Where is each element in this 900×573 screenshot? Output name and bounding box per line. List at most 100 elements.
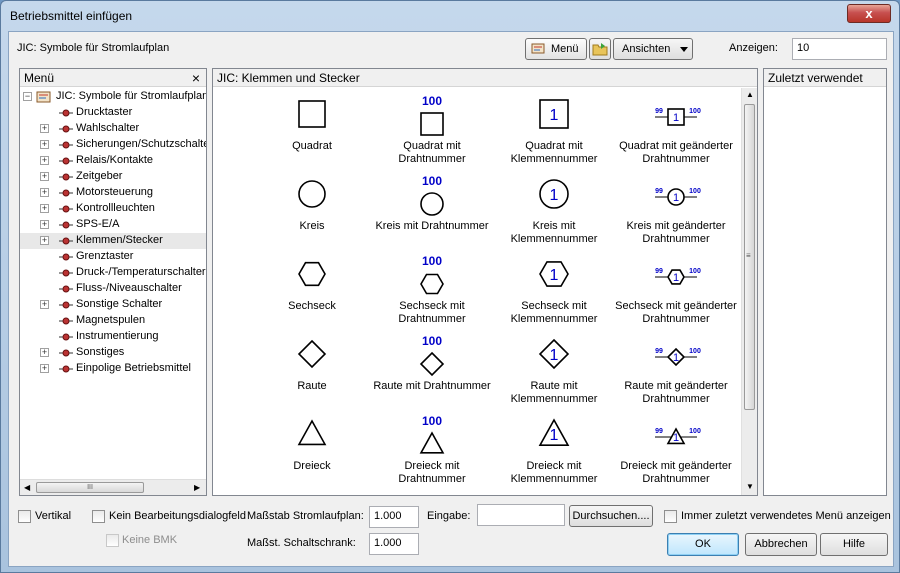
symbol-diamond-0[interactable]: Raute bbox=[251, 334, 373, 410]
cancel-button[interactable]: Abbrechen bbox=[745, 533, 817, 556]
symbol-triangle-2[interactable]: 1 Dreieck mit Klemmennummer bbox=[493, 414, 615, 490]
sidebar-item[interactable]: + Wahlschalter bbox=[20, 121, 206, 137]
no-bmk-checkbox[interactable] bbox=[106, 534, 119, 547]
sidebar-item[interactable]: Magnetspulen bbox=[20, 313, 206, 329]
scale-cabinet-input[interactable]: 1.000 bbox=[369, 533, 419, 555]
expand-icon[interactable]: + bbox=[40, 172, 49, 181]
symbol-square-0[interactable]: Quadrat bbox=[251, 94, 373, 170]
symbols-vscrollbar[interactable]: ▲ ≡ ▼ bbox=[741, 88, 757, 495]
symbol-circle-3[interactable]: 99 100 1 Kreis mit geänderter Drahtnummer bbox=[615, 174, 737, 250]
symbol-hexagon-0[interactable]: Sechseck bbox=[251, 254, 373, 330]
symbol-hexagon-1[interactable]: 100 Sechseck mit Drahtnummer bbox=[371, 254, 493, 330]
sidebar-item-label: Instrumentierung bbox=[76, 330, 159, 342]
sidebar-item[interactable]: + Sonstiges bbox=[20, 345, 206, 361]
always-recent-checkbox[interactable] bbox=[664, 510, 677, 523]
triangle-symbol-icon: 1 bbox=[538, 418, 570, 447]
component-icon bbox=[59, 317, 73, 325]
expand-icon[interactable]: + bbox=[40, 156, 49, 165]
sidebar-item[interactable]: Druck-/Temperaturschalter bbox=[20, 265, 206, 281]
menu-button[interactable]: Menü bbox=[525, 38, 587, 60]
scroll-thumb[interactable]: ≡ bbox=[744, 104, 755, 410]
expand-icon[interactable]: + bbox=[40, 124, 49, 133]
symbol-caption: Kreis mit geänderter Drahtnummer bbox=[626, 220, 726, 245]
symbol-circle-2[interactable]: 1 Kreis mit Klemmennummer bbox=[493, 174, 615, 250]
circle-symbol-icon bbox=[298, 180, 326, 208]
sidebar-item[interactable]: Drucktaster bbox=[20, 105, 206, 121]
tree-root[interactable]: − JIC: Symbole für Stromlaufplan bbox=[20, 89, 206, 105]
sidebar-item[interactable]: + Einpolige Betriebsmittel bbox=[20, 361, 206, 377]
symbol-diamond-2[interactable]: 1 Raute mit Klemmennummer bbox=[493, 334, 615, 410]
expand-icon[interactable]: + bbox=[40, 236, 49, 245]
symbol-circle-1[interactable]: 100 Kreis mit Drahtnummer bbox=[371, 174, 493, 250]
close-icon[interactable]: × bbox=[192, 70, 200, 86]
sidebar-item[interactable]: Fluss-/Niveauschalter bbox=[20, 281, 206, 297]
symbol-square-2[interactable]: 1 Quadrat mit Klemmennummer bbox=[493, 94, 615, 170]
expand-icon[interactable] bbox=[40, 332, 49, 341]
sidebar-item[interactable]: + Relais/Kontakte bbox=[20, 153, 206, 169]
symbol-caption: Raute bbox=[297, 380, 327, 392]
symbol-diamond-1[interactable]: 100 Raute mit Drahtnummer bbox=[371, 334, 493, 410]
symbol-square-1[interactable]: 100 Quadrat mit Drahtnummer bbox=[371, 94, 493, 170]
sidebar-item[interactable]: + Klemmen/Stecker bbox=[20, 233, 206, 249]
browse-button[interactable]: Durchsuchen.... bbox=[569, 505, 653, 527]
vertical-checkbox[interactable] bbox=[18, 510, 31, 523]
diamond-symbol-icon bbox=[297, 339, 327, 369]
expand-icon[interactable]: + bbox=[40, 364, 49, 373]
sidebar-item[interactable]: Instrumentierung bbox=[20, 329, 206, 345]
help-button[interactable]: Hilfe bbox=[820, 533, 888, 556]
sidebar-item-label: Relais/Kontakte bbox=[76, 154, 154, 166]
sidebar-item[interactable]: + Zeitgeber bbox=[20, 169, 206, 185]
expand-icon[interactable] bbox=[40, 268, 49, 277]
symbol-square-3[interactable]: 99 100 1 Quadrat mit geänderter Drahtnummer bbox=[615, 94, 737, 170]
component-icon bbox=[59, 269, 73, 277]
title-bar[interactable]: Betriebsmittel einfügen x bbox=[1, 1, 899, 31]
expand-icon[interactable]: + bbox=[40, 140, 49, 149]
scroll-up-icon[interactable]: ▲ bbox=[746, 90, 754, 99]
ok-button[interactable]: OK bbox=[667, 533, 739, 556]
scale-schematic-input[interactable]: 1.000 bbox=[369, 506, 419, 528]
expand-icon[interactable]: + bbox=[40, 188, 49, 197]
collapse-icon[interactable]: − bbox=[23, 92, 32, 101]
expand-icon[interactable] bbox=[40, 252, 49, 261]
svg-text:100: 100 bbox=[689, 348, 701, 355]
sidebar-item[interactable]: + Sicherungen/Schutzschalter bbox=[20, 137, 206, 153]
symbol-triangle-3[interactable]: 99 100 1 Dreieck mit geänderter Drahtnummer bbox=[615, 414, 737, 490]
symbol-hexagon-2[interactable]: 1 Sechseck mit Klemmennummer bbox=[493, 254, 615, 330]
input-field[interactable] bbox=[477, 504, 565, 526]
scroll-right-icon[interactable]: ▶ bbox=[194, 483, 200, 492]
svg-text:99: 99 bbox=[655, 268, 663, 275]
close-button[interactable]: x bbox=[847, 4, 891, 23]
component-icon bbox=[59, 205, 73, 213]
expand-icon[interactable]: + bbox=[40, 300, 49, 309]
expand-icon[interactable]: + bbox=[40, 348, 49, 357]
symbol-circle-0[interactable]: Kreis bbox=[251, 174, 373, 250]
expand-icon[interactable] bbox=[40, 284, 49, 293]
expand-icon[interactable]: + bbox=[40, 220, 49, 229]
symbol-triangle-1[interactable]: 100 Dreieck mit Drahtnummer bbox=[371, 414, 493, 490]
no-edit-dialog-checkbox[interactable] bbox=[92, 510, 105, 523]
sidebar-item[interactable]: + Sonstige Schalter bbox=[20, 297, 206, 313]
symbol-caption: Raute mit geänderter Drahtnummer bbox=[624, 380, 728, 405]
sidebar-item[interactable]: + SPS-E/A bbox=[20, 217, 206, 233]
hexagon-symbol-icon bbox=[298, 261, 326, 287]
expand-icon[interactable] bbox=[40, 108, 49, 117]
scroll-down-icon[interactable]: ▼ bbox=[746, 482, 754, 491]
symbol-diamond-3[interactable]: 99 100 1 Raute mit geänderter Drahtnummer bbox=[615, 334, 737, 410]
symbol-triangle-0[interactable]: Dreieck bbox=[251, 414, 373, 490]
sidebar-item[interactable]: Grenztaster bbox=[20, 249, 206, 265]
views-dropdown[interactable]: Ansichten bbox=[613, 38, 693, 60]
component-icon bbox=[59, 141, 73, 149]
views-label: Ansichten bbox=[622, 43, 671, 55]
folder-button[interactable] bbox=[589, 38, 611, 60]
expand-icon[interactable]: + bbox=[40, 204, 49, 213]
show-count-input[interactable]: 10 bbox=[792, 38, 887, 60]
sidebar-item[interactable]: + Motorsteuerung bbox=[20, 185, 206, 201]
menu-hscrollbar[interactable]: ◀ III ▶ bbox=[20, 479, 206, 495]
scroll-thumb[interactable]: III bbox=[36, 482, 144, 493]
expand-icon[interactable] bbox=[40, 316, 49, 325]
symbol-hexagon-3[interactable]: 99 100 1 Sechseck mit geänderter Drahtnummer bbox=[615, 254, 737, 330]
show-label: Anzeigen: bbox=[729, 42, 778, 54]
component-icon bbox=[59, 349, 73, 357]
scroll-left-icon[interactable]: ◀ bbox=[24, 483, 30, 492]
sidebar-item[interactable]: + Kontrollleuchten bbox=[20, 201, 206, 217]
